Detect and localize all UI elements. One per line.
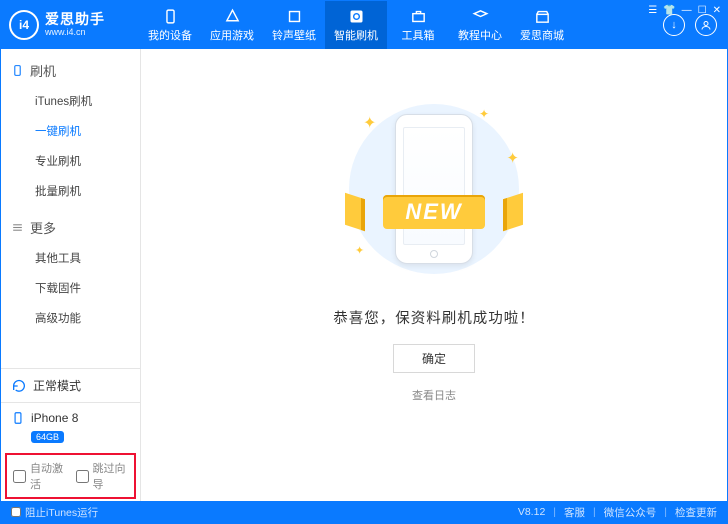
skin-icon[interactable]: 👕 — [663, 5, 675, 16]
tab-tutorial[interactable]: 教程中心 — [449, 1, 511, 49]
phone-icon — [11, 64, 24, 77]
status-bar: 阻止iTunes运行 V8.12 | 客服 | 微信公众号 | 检查更新 — [1, 501, 727, 523]
success-illustration: ✦ ✦ ✦ ✦ NEW — [329, 99, 539, 279]
skip-guide-label: 跳过向导 — [93, 460, 129, 492]
mode-box[interactable]: 正常模式 — [1, 368, 140, 402]
more-icon — [11, 221, 24, 234]
sidebar-item-download-firmware[interactable]: 下载固件 — [1, 273, 140, 303]
sparkle-icon: ✦ — [479, 107, 489, 121]
sidebar-item-other-tools[interactable]: 其他工具 — [1, 243, 140, 273]
version-label: V8.12 — [518, 506, 545, 518]
tab-label: 智能刷机 — [334, 27, 378, 43]
max-icon[interactable]: ☐ — [698, 5, 707, 16]
sidebar: 刷机 iTunes刷机 一键刷机 专业刷机 批量刷机 更多 其他工具 下载固件 … — [1, 49, 141, 501]
tab-label: 爱思商城 — [520, 27, 564, 43]
tab-toolbox[interactable]: 工具箱 — [387, 1, 449, 49]
auto-activate-check[interactable]: 自动激活 — [13, 460, 66, 492]
main-panel: ✦ ✦ ✦ ✦ NEW 恭喜您，保资料刷机成功啦！ 确定 查看日志 — [141, 49, 727, 501]
auto-activate-label: 自动激活 — [30, 460, 66, 492]
min-icon[interactable]: — — [682, 5, 692, 16]
tutorial-icon — [472, 8, 489, 25]
sidebar-item-batch-flash[interactable]: 批量刷机 — [1, 176, 140, 206]
sparkle-icon: ✦ — [363, 113, 376, 133]
tab-my-device[interactable]: 我的设备 — [139, 1, 201, 49]
view-log-link[interactable]: 查看日志 — [412, 387, 456, 403]
flash-icon — [348, 8, 365, 25]
sidebar-section-flash: 刷机 — [1, 55, 140, 86]
menu-icon[interactable]: ☰ — [648, 5, 657, 16]
ringtone-icon — [286, 8, 303, 25]
sidebar-item-onekey-flash[interactable]: 一键刷机 — [1, 116, 140, 146]
brand-title: 爱思助手 — [45, 12, 105, 27]
refresh-icon — [11, 378, 27, 394]
new-ribbon: NEW — [349, 185, 519, 239]
tab-label: 工具箱 — [402, 27, 435, 43]
tab-mall[interactable]: 爱思商城 — [511, 1, 573, 49]
support-link[interactable]: 客服 — [564, 505, 585, 520]
sparkle-icon: ✦ — [355, 244, 364, 257]
ribbon-text: NEW — [383, 195, 484, 229]
tab-ringtones[interactable]: 铃声壁纸 — [263, 1, 325, 49]
tab-apps[interactable]: 应用游戏 — [201, 1, 263, 49]
apps-icon — [224, 8, 241, 25]
mall-icon — [534, 8, 551, 25]
tab-label: 我的设备 — [148, 27, 192, 43]
sidebar-item-itunes-flash[interactable]: iTunes刷机 — [1, 86, 140, 116]
tab-label: 铃声壁纸 — [272, 27, 316, 43]
check-update-link[interactable]: 检查更新 — [675, 505, 717, 520]
block-itunes-label: 阻止iTunes运行 — [25, 505, 98, 520]
mode-label: 正常模式 — [33, 377, 81, 394]
device-capacity-badge: 64GB — [31, 431, 64, 443]
success-message: 恭喜您，保资料刷机成功啦！ — [333, 307, 535, 328]
sidebar-item-pro-flash[interactable]: 专业刷机 — [1, 146, 140, 176]
brand: i4 爱思助手 www.i4.cn — [9, 10, 139, 40]
device-icon — [162, 8, 179, 25]
device-box[interactable]: iPhone 8 64GB — [1, 402, 140, 451]
window-controls: ☰ 👕 — ☐ ✕ — [648, 5, 721, 16]
sidebar-item-advanced[interactable]: 高级功能 — [1, 303, 140, 333]
sidebar-section-more: 更多 — [1, 212, 140, 243]
ok-button[interactable]: 确定 — [393, 344, 475, 373]
block-itunes-check[interactable]: 阻止iTunes运行 — [11, 505, 98, 520]
close-icon[interactable]: ✕ — [713, 5, 721, 16]
device-name: iPhone 8 — [31, 411, 78, 425]
options-highlight: 自动激活 跳过向导 — [5, 453, 136, 499]
brand-logo: i4 — [9, 10, 39, 40]
user-icon[interactable] — [695, 14, 717, 36]
sidebar-title: 更多 — [30, 218, 56, 237]
wechat-link[interactable]: 微信公众号 — [604, 505, 657, 520]
sidebar-title: 刷机 — [30, 61, 56, 80]
title-bar: i4 爱思助手 www.i4.cn 我的设备 应用游戏 铃声壁纸 智能刷机 — [1, 1, 727, 49]
download-icon[interactable]: ↓ — [663, 14, 685, 36]
tab-label: 教程中心 — [458, 27, 502, 43]
toolbox-icon — [410, 8, 427, 25]
tab-flash[interactable]: 智能刷机 — [325, 1, 387, 49]
sparkle-icon: ✦ — [506, 149, 519, 167]
tab-label: 应用游戏 — [210, 27, 254, 43]
skip-guide-check[interactable]: 跳过向导 — [76, 460, 129, 492]
phone-icon — [11, 411, 25, 425]
top-tabs: 我的设备 应用游戏 铃声壁纸 智能刷机 工具箱 教程中心 — [139, 1, 573, 49]
brand-url: www.i4.cn — [45, 28, 105, 38]
